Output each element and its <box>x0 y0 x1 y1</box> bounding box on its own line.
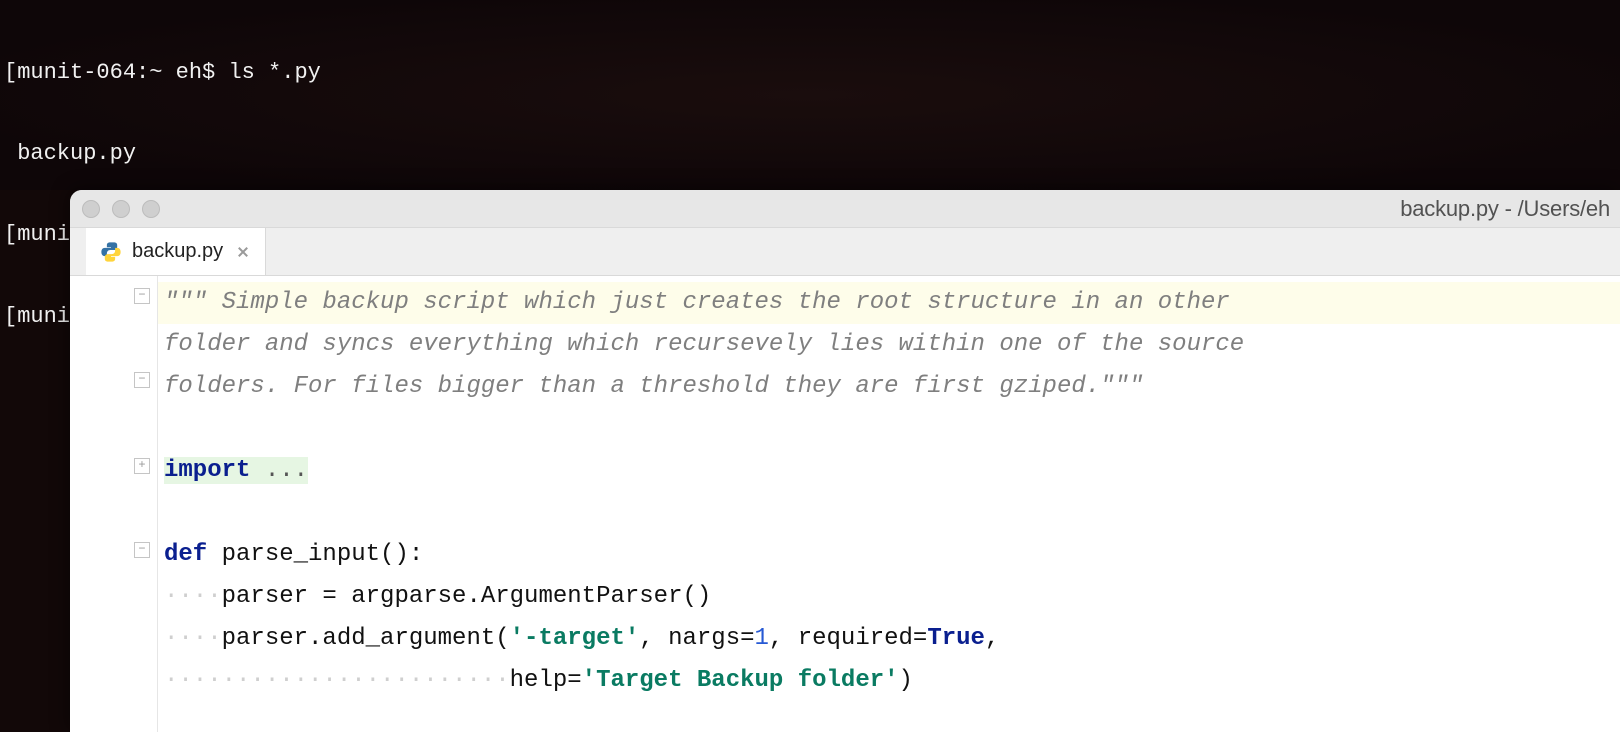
code-text: ) <box>899 667 913 694</box>
docstring-quote: """ <box>164 289 222 316</box>
code-area: """ Simple backup script which just crea… <box>70 276 1620 732</box>
fold-toggle-docstring[interactable] <box>134 288 150 304</box>
function-name: parse_input(): <box>222 541 424 568</box>
code-text: parser.add_argument( <box>222 625 510 652</box>
keyword-def: def <box>164 541 222 568</box>
terminal-line-2: backup.py <box>4 140 1616 167</box>
window-title: backup.py - /Users/eh <box>1400 196 1610 222</box>
number-literal: 1 <box>755 625 769 652</box>
python-file-icon <box>100 241 122 263</box>
string-literal: '-target' <box>510 625 640 652</box>
close-window-icon[interactable] <box>82 200 100 218</box>
docstring-text: folders. For files bigger than a thresho… <box>164 373 1100 400</box>
boolean-literal: True <box>927 625 985 652</box>
code-line-blank <box>158 408 1620 450</box>
fold-toggle-imports[interactable] <box>134 458 150 474</box>
code-line: folders. For files bigger than a thresho… <box>158 366 1620 408</box>
watermark-text: 9553下载 <box>1481 671 1602 704</box>
indent-guides: ···· <box>164 583 222 610</box>
gutter[interactable] <box>70 276 158 732</box>
watermark: 9553下载 .com <box>1481 662 1602 714</box>
code-line-blank <box>158 492 1620 534</box>
maximize-window-icon[interactable] <box>142 200 160 218</box>
code-text: , nargs= <box>639 625 754 652</box>
editor-tab-backup[interactable]: backup.py <box>86 228 266 275</box>
minimize-window-icon[interactable] <box>112 200 130 218</box>
code-text: parser = argparse.ArgumentParser() <box>222 583 712 610</box>
indent-guides: ························ <box>164 667 510 694</box>
code-line-def: def parse_input(): <box>158 534 1620 576</box>
terminal-line-1: [munit-064:~ eh$ ls *.py <box>4 59 1616 86</box>
code-editor[interactable]: """ Simple backup script which just crea… <box>158 276 1620 732</box>
editor-tab-label: backup.py <box>132 240 223 263</box>
tabbar: backup.py <box>70 228 1620 276</box>
fold-toggle-docstring-end[interactable] <box>134 372 150 388</box>
code-line: ····parser = argparse.ArgumentParser() <box>158 576 1620 618</box>
titlebar[interactable]: backup.py - /Users/eh <box>70 190 1620 228</box>
string-literal: 'Target Backup folder' <box>582 667 899 694</box>
keyword-import: import <box>164 457 265 484</box>
editor-window: backup.py - /Users/eh backup.py """ Simp… <box>70 190 1620 732</box>
code-line: ····parser.add_argument('-target', nargs… <box>158 618 1620 660</box>
docstring-text: Simple backup script which just creates … <box>222 289 1230 316</box>
code-line: folder and syncs everything which recurs… <box>158 324 1620 366</box>
fold-toggle-function[interactable] <box>134 542 150 558</box>
terminal-command: ls *.py <box>228 60 320 85</box>
docstring-quote: """ <box>1100 373 1143 400</box>
indent-guides: ···· <box>164 625 222 652</box>
code-text: , required= <box>769 625 927 652</box>
terminal-prompt: [munit-064:~ eh$ <box>4 60 228 85</box>
terminal[interactable]: [munit-064:~ eh$ ls *.py backup.py [muni… <box>0 0 1620 190</box>
code-line: """ Simple backup script which just crea… <box>158 282 1620 324</box>
docstring-text: folder and syncs everything which recurs… <box>164 331 1244 358</box>
window-controls <box>82 200 160 218</box>
folded-ellipsis[interactable]: ... <box>265 457 308 484</box>
code-line-import: import ... <box>158 450 1620 492</box>
code-text: , <box>985 625 999 652</box>
code-text: help= <box>510 667 582 694</box>
close-tab-icon[interactable] <box>237 246 249 258</box>
code-line: ························help='Target Bac… <box>158 660 1620 702</box>
